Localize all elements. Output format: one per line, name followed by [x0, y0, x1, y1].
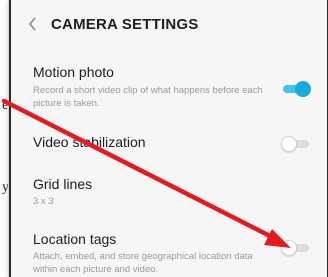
- setting-location-tags[interactable]: Location tags Attach, embed, and store g…: [11, 226, 327, 277]
- backdrop-text: y: [2, 180, 9, 195]
- setting-subtitle: Attach, embed, and store geographical lo…: [33, 251, 253, 275]
- location-tags-toggle[interactable]: [281, 239, 311, 257]
- setting-video-stabilization[interactable]: Video stabilization: [11, 124, 327, 164]
- setting-title: Motion photo: [33, 64, 114, 80]
- chevron-left-icon: [28, 17, 36, 31]
- phone-screen: CAMERA SETTINGS Motion photo Record a sh…: [9, 0, 328, 277]
- setting-motion-photo[interactable]: Motion photo Record a short video clip o…: [11, 58, 327, 118]
- setting-grid-lines[interactable]: Grid lines 3 x 3: [11, 170, 327, 214]
- header-bar: CAMERA SETTINGS: [11, 0, 327, 48]
- setting-value: 3 x 3: [33, 196, 54, 207]
- back-button[interactable]: [15, 0, 51, 48]
- page-title: CAMERA SETTINGS: [51, 15, 199, 33]
- video-stabilization-toggle[interactable]: [281, 135, 311, 153]
- setting-title: Video stabilization: [33, 134, 146, 150]
- setting-title: Location tags: [33, 231, 117, 247]
- motion-photo-toggle[interactable]: [281, 80, 311, 98]
- backdrop-text: e: [2, 98, 9, 113]
- setting-title: Grid lines: [33, 176, 93, 192]
- setting-subtitle: Record a short video clip of what happen…: [33, 85, 263, 109]
